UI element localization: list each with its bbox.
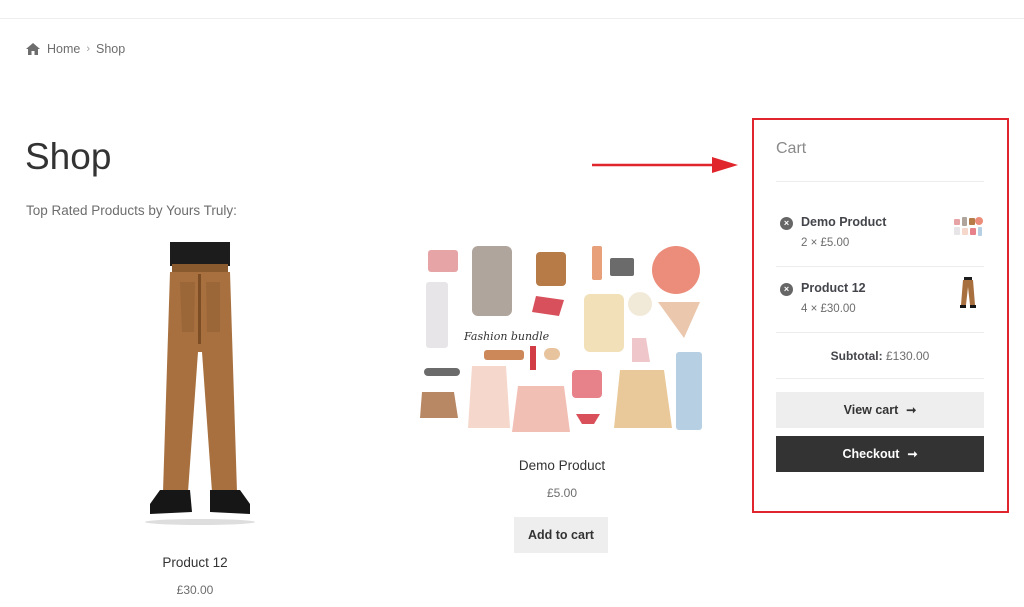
home-icon bbox=[26, 43, 40, 55]
cart-divider bbox=[776, 332, 984, 333]
header-divider bbox=[0, 18, 1024, 19]
annotation-arrow-icon bbox=[592, 157, 738, 173]
view-cart-button[interactable]: View cart ➞ bbox=[776, 392, 984, 428]
cart-title: Cart bbox=[776, 140, 807, 157]
fashion-bundle-caption: Fashion bundle bbox=[463, 330, 550, 343]
fashion-bundle-image[interactable]: Fashion bundle bbox=[414, 242, 710, 440]
subtotal-label: Subtotal: bbox=[830, 349, 883, 363]
remove-item-icon[interactable]: × bbox=[780, 283, 793, 296]
product-price: £30.00 bbox=[176, 583, 214, 597]
arrow-right-icon: ➞ bbox=[907, 447, 918, 461]
section-heading: Top Rated Products by Yours Truly: bbox=[26, 203, 237, 218]
fashion-bundle-thumbnail-icon bbox=[954, 217, 983, 236]
cart-divider bbox=[776, 266, 984, 267]
checkout-label: Checkout bbox=[842, 447, 900, 461]
breadcrumb-separator: › bbox=[86, 43, 91, 55]
checkout-button[interactable]: Checkout ➞ bbox=[776, 436, 984, 472]
cart-item-quantity: 2 × £5.00 bbox=[801, 237, 850, 249]
cart-divider bbox=[776, 181, 984, 182]
page-title: Shop bbox=[25, 136, 112, 177]
product-price: £5.00 bbox=[546, 486, 578, 500]
view-cart-label: View cart bbox=[843, 403, 899, 417]
cart-widget: Cart × Demo Product 2 × £5.00 × Product … bbox=[752, 118, 1009, 513]
cart-item: × Product 12 4 × £30.00 bbox=[776, 277, 984, 333]
pants-thumbnail-icon bbox=[960, 277, 976, 308]
breadcrumb: Home › Shop bbox=[26, 42, 125, 56]
product-title[interactable]: Product 12 bbox=[100, 555, 290, 570]
arrow-right-icon: ➞ bbox=[906, 403, 917, 417]
brown-work-pants-image[interactable] bbox=[140, 242, 260, 527]
breadcrumb-home-link[interactable]: Home bbox=[47, 42, 80, 56]
cart-item-name[interactable]: Demo Product bbox=[801, 215, 886, 229]
product-title[interactable]: Demo Product bbox=[412, 458, 712, 473]
cart-item-name[interactable]: Product 12 bbox=[801, 281, 866, 295]
cart-item: × Demo Product 2 × £5.00 bbox=[776, 215, 984, 267]
subtotal-value: £130.00 bbox=[885, 349, 930, 363]
cart-item-quantity: 4 × £30.00 bbox=[801, 303, 856, 315]
add-to-cart-button[interactable]: Add to cart bbox=[514, 517, 608, 553]
cart-divider bbox=[776, 378, 984, 379]
cart-subtotal: Subtotal: £130.00 bbox=[776, 349, 984, 363]
breadcrumb-current: Shop bbox=[96, 42, 126, 56]
remove-item-icon[interactable]: × bbox=[780, 217, 793, 230]
